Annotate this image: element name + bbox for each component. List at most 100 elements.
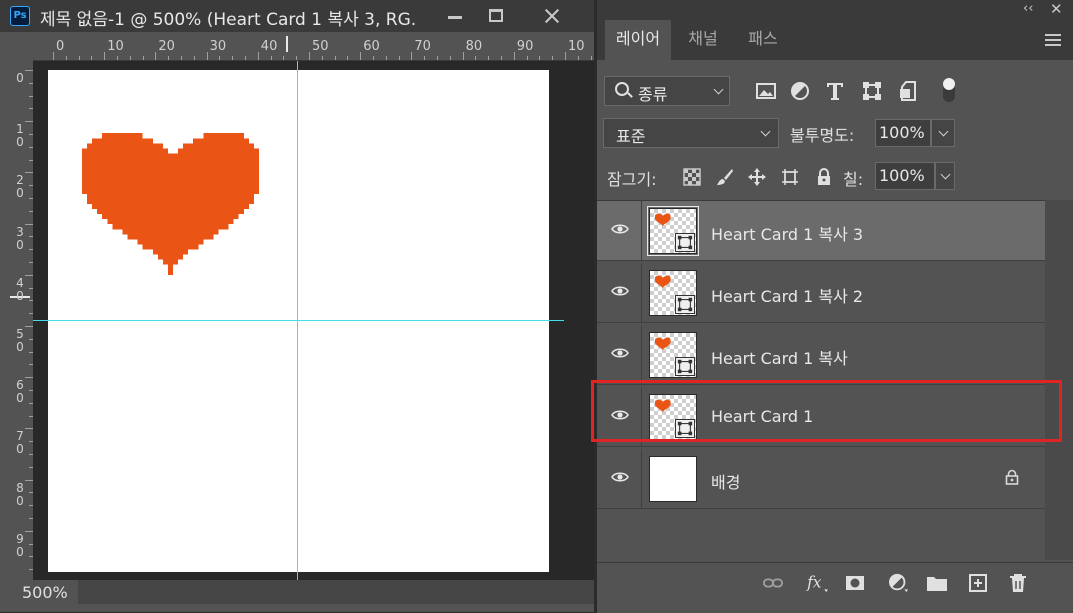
heart-thumbnail-icon [655, 275, 671, 289]
image-filter-icon[interactable] [755, 80, 777, 102]
ruler-horizontal[interactable]: 0 10 20 30 40 50 60 70 80 90 10 [33, 36, 594, 61]
fill-value: 100% [879, 166, 925, 185]
ruler-tick [539, 56, 541, 60]
layer-thumbnail[interactable] [647, 206, 699, 256]
panel-menu-icon[interactable] [1045, 34, 1061, 46]
ruler-vertical[interactable]: 0 1 0 2 0 3 0 4 0 5 0 6 0 7 0 8 0 9 0 [8, 60, 34, 580]
type-filter-icon[interactable] [824, 80, 846, 102]
guide-horizontal[interactable] [33, 320, 564, 321]
layer-thumbnail[interactable] [649, 332, 697, 378]
smart-object-icon [675, 233, 695, 252]
ruler-tick [25, 326, 33, 327]
search-icon [615, 82, 629, 96]
ruler-label: 30 [209, 39, 227, 54]
fill-input[interactable]: 100% [875, 162, 935, 190]
filter-toggle-switch[interactable] [941, 76, 957, 104]
tab-paths[interactable]: 패스 [735, 20, 791, 60]
ruler-label: 20 [158, 39, 175, 54]
ruler-tick [65, 56, 67, 60]
ruler-tick [25, 274, 33, 276]
layer-name[interactable]: 배경 [711, 469, 740, 493]
eye-icon[interactable] [611, 471, 629, 483]
ruler-tick [424, 56, 426, 60]
highlight-box [591, 380, 1062, 442]
maximize-button[interactable] [474, 0, 518, 32]
layer-thumbnail[interactable] [649, 270, 697, 316]
visibility-column [597, 449, 642, 509]
eye-icon[interactable] [611, 285, 629, 297]
lock-position-icon[interactable] [747, 167, 767, 187]
layer-thumbnail[interactable] [649, 456, 697, 502]
layer-row[interactable]: 배경 [597, 449, 1045, 509]
ruler-origin[interactable] [8, 36, 33, 60]
minimize-button[interactable] [433, 0, 477, 32]
ruler-label: 5 0 [16, 327, 24, 354]
lock-all-icon[interactable] [814, 167, 834, 187]
shape-filter-icon[interactable] [861, 80, 883, 102]
opacity-dropdown[interactable] [931, 119, 955, 147]
zoom-level[interactable]: 500% [22, 583, 68, 602]
layer-name[interactable]: Heart Card 1 복사 [711, 345, 848, 369]
ruler-tick [513, 52, 515, 60]
fill-label[interactable]: 칠: [843, 166, 863, 190]
lock-transparent-pixels-icon[interactable] [682, 167, 702, 187]
visibility-column [597, 325, 642, 385]
lock-artboard-icon[interactable] [780, 167, 800, 187]
layer-row[interactable]: Heart Card 1 복사 2 [597, 263, 1045, 323]
layer-name[interactable]: Heart Card 1 복사 3 [711, 221, 863, 245]
ruler-tick [232, 56, 234, 60]
status-info [78, 580, 594, 604]
lock-image-pixels-icon[interactable] [715, 167, 735, 187]
link-icon[interactable] [763, 573, 783, 593]
fill-dropdown[interactable] [935, 162, 955, 190]
ruler-tick [488, 56, 490, 60]
tab-layers[interactable]: 레이어 [605, 20, 671, 60]
layer-row[interactable]: Heart Card 1 복사 [597, 325, 1045, 385]
smart-object-filter-icon[interactable] [898, 80, 920, 102]
blend-row: 표준 불투명도: 100% [597, 112, 1073, 156]
ruler-tick [219, 56, 221, 60]
ruler-tick [25, 530, 33, 532]
layer-row[interactable]: Heart Card 1 복사 3 [597, 201, 1045, 261]
mask-icon[interactable] [845, 573, 865, 593]
lock-icon[interactable] [1005, 469, 1019, 485]
opacity-label[interactable]: 불투명도: [790, 122, 854, 146]
smart-object-icon [675, 357, 695, 376]
ruler-tick [117, 56, 118, 60]
trash-icon[interactable] [1008, 573, 1028, 593]
eye-icon[interactable] [611, 347, 629, 359]
ruler-tick [25, 479, 33, 481]
folder-icon[interactable] [926, 573, 948, 593]
heart-shape[interactable] [82, 128, 264, 280]
ruler-tick [373, 56, 374, 60]
filter-type-label: 종류 [638, 85, 668, 104]
ruler-tick [462, 52, 464, 60]
close-button[interactable] [530, 0, 574, 32]
ruler-tick [245, 56, 246, 60]
ruler-tick [296, 56, 298, 60]
visibility-column [597, 263, 642, 323]
new-layer-icon[interactable] [968, 573, 988, 593]
ruler-label: 1 0 [16, 122, 24, 150]
tab-channels[interactable]: 채널 [675, 20, 731, 60]
panel-tabs: 레이어 채널 패스 [597, 20, 1073, 60]
ruler-label: 90 [516, 39, 534, 54]
filter-type-select[interactable]: 종류 [604, 76, 730, 106]
ruler-tick [181, 56, 182, 60]
adjustment-icon[interactable] [887, 573, 911, 593]
blend-mode-select[interactable]: 표준 [603, 118, 779, 148]
document-titlebar[interactable]: Ps 제목 없음-1 @ 500% (Heart Card 1 복사 3, RG… [0, 0, 594, 32]
layer-name[interactable]: Heart Card 1 복사 2 [711, 283, 863, 307]
heart-thumbnail-icon [655, 213, 671, 227]
eye-icon[interactable] [611, 223, 629, 235]
ruler-label: 3 0 [16, 224, 24, 252]
close-icon[interactable]: ✕ [1050, 0, 1063, 18]
visibility-column [597, 201, 642, 261]
adjustment-filter-icon[interactable] [789, 80, 811, 102]
fx-icon[interactable]: fx [805, 573, 831, 593]
ruler-tick [25, 121, 33, 123]
ruler-tick [283, 56, 285, 60]
chevron-down-icon [938, 126, 949, 137]
collapse-icon[interactable]: ‹‹ [1023, 1, 1033, 16]
opacity-input[interactable]: 100% [875, 119, 931, 147]
